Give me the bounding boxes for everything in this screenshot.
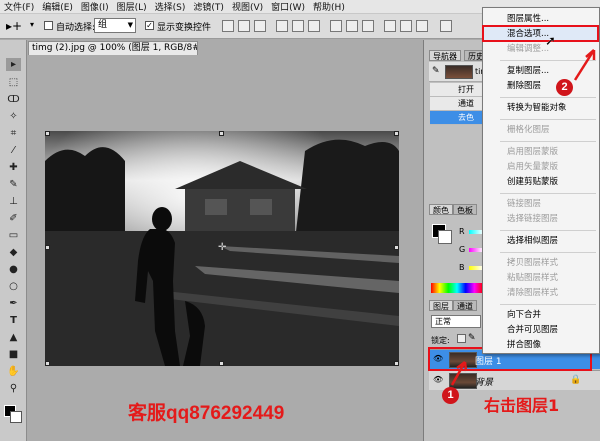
annotation-arrows bbox=[450, 49, 596, 386]
step-badge-1: 1 bbox=[442, 387, 459, 404]
right-click-hint: 右击图层1 bbox=[484, 396, 560, 415]
contact-annotation: 客服qq876292449 bbox=[128, 403, 285, 424]
arrow-to-blending-options bbox=[573, 49, 596, 81]
step-badge-2: 2 bbox=[556, 79, 573, 96]
